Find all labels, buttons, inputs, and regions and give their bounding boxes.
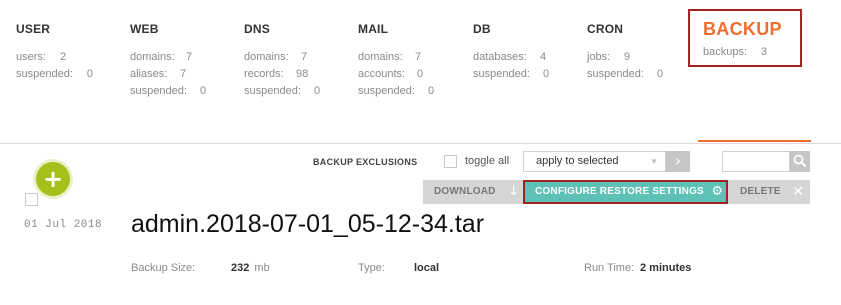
stat-row: suspended: 0 (244, 83, 320, 100)
stat-row: domains: 7 (244, 49, 320, 66)
stat-label: suspended: (244, 85, 301, 97)
stat-value: 7 (415, 51, 422, 63)
stat-value: 0 (417, 68, 424, 80)
stat-column-dns[interactable]: DNS domains: 7 records: 98 suspended: 0 (244, 22, 320, 100)
backup-size-label: Backup Size: (131, 262, 196, 274)
stat-title-web[interactable]: WEB (130, 22, 206, 36)
stat-row: suspended: 0 (473, 66, 549, 83)
stat-value: 3 (761, 46, 768, 58)
search-button[interactable] (790, 151, 810, 172)
stat-label: suspended: (130, 85, 187, 97)
delete-label: DELETE (740, 186, 781, 197)
stat-label: domains: (244, 51, 289, 63)
stat-row: suspended: 0 (587, 66, 663, 83)
plus-icon: + (42, 165, 64, 193)
backup-size-value: 232 mb (231, 262, 270, 274)
stat-row: accounts: 0 (358, 66, 434, 83)
download-button[interactable]: DOWNLOAD ↓ (423, 180, 523, 204)
stat-row: domains: 7 (358, 49, 434, 66)
header-divider (0, 143, 841, 144)
stat-title-mail[interactable]: MAIL (358, 22, 434, 36)
backup-type-label: Type: (358, 262, 385, 274)
add-backup-button[interactable]: + (36, 162, 70, 196)
stat-label: suspended: (587, 68, 644, 80)
stat-value: 0 (428, 85, 435, 97)
backup-runtime-value: 2 minutes (640, 262, 692, 274)
stat-value: 0 (543, 68, 550, 80)
stat-label: records: (244, 68, 284, 80)
backup-exclusions-link[interactable]: BACKUP EXCLUSIONS (313, 157, 417, 167)
backup-size-unit: mb (254, 262, 270, 274)
gear-icon: ⚙ (711, 184, 723, 199)
stat-row: records: 98 (244, 66, 320, 83)
stat-title-cron[interactable]: CRON (587, 22, 663, 36)
stat-title-user[interactable]: USER (16, 22, 93, 36)
stat-column-web[interactable]: WEB domains: 7 aliases: 7 suspended: 0 (130, 22, 206, 100)
search-icon (793, 154, 807, 168)
stat-label: suspended: (358, 85, 415, 97)
stat-value: 0 (314, 85, 321, 97)
configure-label: CONFIGURE RESTORE SETTINGS (535, 186, 704, 197)
stat-row: suspended: 0 (130, 83, 206, 100)
stat-value: 0 (657, 68, 664, 80)
stat-value: 9 (624, 51, 631, 63)
stat-title-db[interactable]: DB (473, 22, 549, 36)
backup-filename: admin.2018-07-01_05-12-34.tar (131, 210, 485, 238)
search-input[interactable] (722, 151, 790, 172)
dropdown-caret-icon: ▼ (650, 157, 658, 166)
active-tab-underline (698, 140, 811, 142)
stat-title-backup[interactable]: BACKUP (703, 19, 782, 40)
backup-date: 01 Jul 2018 (24, 219, 103, 231)
toggle-all-label[interactable]: toggle all (465, 155, 509, 167)
stat-row: aliases: 7 (130, 66, 206, 83)
close-icon: ✕ (792, 184, 804, 200)
stat-row: suspended: 0 (358, 83, 434, 100)
stat-column-user[interactable]: USER users: 2 suspended: 0 (16, 22, 93, 83)
stat-label: aliases: (130, 68, 168, 80)
stat-value: 98 (296, 68, 309, 80)
toggle-all-checkbox[interactable] (444, 155, 457, 168)
download-arrow-icon: ↓ (508, 184, 519, 199)
stat-value: 0 (86, 68, 94, 80)
stat-column-mail[interactable]: MAIL domains: 7 accounts: 0 suspended: 0 (358, 22, 434, 100)
stat-label: backups: (703, 46, 748, 58)
stat-column-db[interactable]: DB databases: 4 suspended: 0 (473, 22, 549, 83)
backup-type-value: local (414, 262, 440, 274)
apply-bulk-button[interactable]: › (666, 151, 690, 172)
stat-column-backup-active[interactable]: BACKUP backups: 3 (688, 9, 802, 67)
stat-row: databases: 4 (473, 49, 549, 66)
stat-label: accounts: (358, 68, 406, 80)
stat-value: 7 (301, 51, 308, 63)
stat-label: databases: (473, 51, 527, 63)
stat-row: domains: 7 (130, 49, 206, 66)
stat-value: 7 (180, 68, 187, 80)
stats-header: USER users: 2 suspended: 0 WEB domains: 7 a… (0, 0, 841, 143)
bulk-action-value: apply to selected (536, 155, 619, 167)
backup-size-number: 232 (231, 262, 250, 274)
configure-restore-settings-button[interactable]: CONFIGURE RESTORE SETTINGS ⚙ (523, 180, 728, 204)
stat-label: suspended: (473, 68, 530, 80)
stat-row: suspended: 0 (16, 66, 93, 83)
stat-column-cron[interactable]: CRON jobs: 9 suspended: 0 (587, 22, 663, 83)
stat-label: jobs: (587, 51, 611, 63)
stat-label: domains: (358, 51, 403, 63)
row-select-checkbox[interactable] (25, 193, 38, 206)
bulk-action-select[interactable]: apply to selected ▼ (523, 151, 666, 172)
stat-row: users: 2 (16, 49, 93, 66)
stat-row: backups: 3 (703, 46, 767, 58)
download-label: DOWNLOAD (434, 186, 496, 197)
stat-value: 7 (186, 51, 193, 63)
chevron-right-icon: › (674, 151, 682, 170)
stat-value: 4 (540, 51, 547, 63)
stat-title-dns[interactable]: DNS (244, 22, 320, 36)
stat-label: domains: (130, 51, 175, 63)
delete-button[interactable]: DELETE ✕ (728, 180, 810, 204)
stat-value: 0 (200, 85, 207, 97)
stat-label: users: (16, 51, 46, 63)
stat-row: jobs: 9 (587, 49, 663, 66)
stat-label: suspended: (16, 68, 73, 80)
stat-value: 2 (59, 51, 67, 63)
backup-runtime-label: Run Time: (584, 262, 635, 274)
